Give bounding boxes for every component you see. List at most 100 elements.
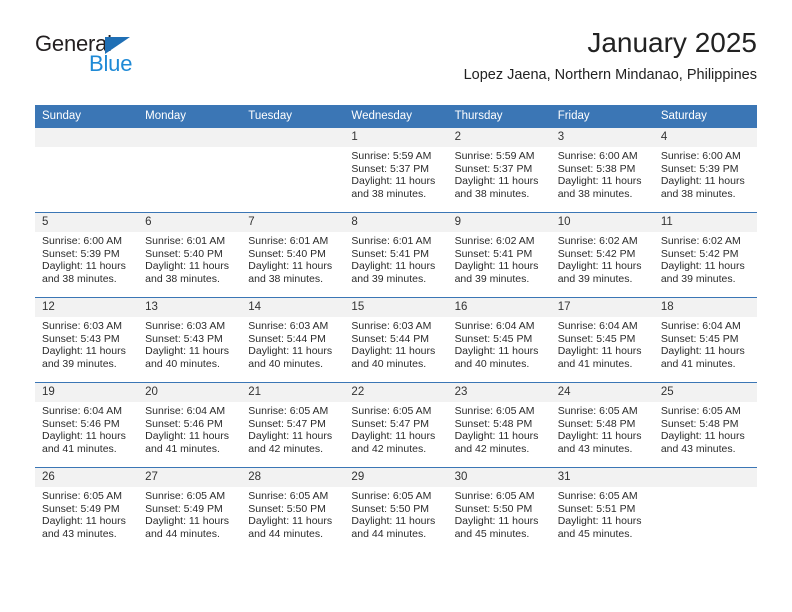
sunrise-text: Sunrise: 6:04 AM [660,320,741,332]
day-info: Sunrise: 6:04 AM Sunset: 5:45 PM Daylight:… [654,317,757,370]
daylight-text-line2: and 40 minutes. [454,357,530,370]
calendar-day-cell[interactable]: 24 Sunrise: 6:05 AM Sunset: 5:48 PM Dayligh… [550,382,654,468]
sunset-text: Sunset: 5:39 PM [660,162,739,175]
sunrise-text: Sunrise: 6:05 AM [145,490,226,502]
sunset-text: Sunset: 5:38 PM [557,162,636,175]
calendar-day-cell[interactable]: 21 Sunrise: 6:05 AM Sunset: 5:47 PM Dayligh… [241,382,345,468]
daylight-text-line2: and 38 minutes. [557,187,633,200]
calendar-day-cell[interactable]: 18 Sunrise: 6:04 AM Sunset: 5:45 PM Dayligh… [653,297,757,383]
day-number: 28 [241,468,345,487]
daylight-text-line1: Daylight: 11 hours [145,260,229,273]
general-blue-logo[interactable]: General Blue [35,33,215,83]
calendar-day-cell[interactable]: 19 Sunrise: 6:04 AM Sunset: 5:46 PM Dayligh… [35,382,139,468]
calendar-day-cell[interactable]: 2 Sunrise: 5:59 AM Sunset: 5:37 PM Daylight… [447,127,551,213]
calendar-day-cell[interactable]: 5 Sunrise: 6:00 AM Sunset: 5:39 PM Daylight… [35,212,139,298]
calendar-day-cell[interactable]: 20 Sunrise: 6:04 AM Sunset: 5:46 PM Dayligh… [138,382,242,468]
calendar-day-cell[interactable]: 1 Sunrise: 5:59 AM Sunset: 5:37 PM Daylight… [344,127,448,213]
daylight-text-line1: Daylight: 11 hours [557,175,642,188]
calendar-day-cell[interactable]: 14 Sunrise: 6:03 AM Sunset: 5:44 PM Dayligh… [241,297,345,383]
sunset-text: Sunset: 5:41 PM [351,247,430,260]
sunrise-text: Sunrise: 6:05 AM [351,490,432,502]
day-info: Sunrise: 6:00 AM Sunset: 5:39 PM Daylight:… [35,232,138,285]
sunrise-text: Sunrise: 6:00 AM [557,150,638,162]
calendar-day-cell[interactable]: 4 Sunrise: 6:00 AM Sunset: 5:39 PM Daylight… [653,127,757,213]
calendar-day-cell[interactable]: 10 Sunrise: 6:02 AM Sunset: 5:42 PM Dayligh… [550,212,654,298]
daylight-text-line2: and 38 minutes. [42,272,117,285]
day-number: 10 [550,213,654,232]
calendar-day-cell-empty [138,127,242,213]
sunrise-text: Sunrise: 6:01 AM [248,235,329,247]
day-info: Sunrise: 5:59 AM Sunset: 5:37 PM Daylight:… [344,147,447,200]
calendar-day-cell-empty [653,467,757,552]
day-number [241,128,345,147]
daylight-text-line2: and 44 minutes. [351,527,427,540]
calendar-day-cell[interactable]: 27 Sunrise: 6:05 AM Sunset: 5:49 PM Dayligh… [138,467,242,552]
calendar-day-cell[interactable]: 30 Sunrise: 6:05 AM Sunset: 5:50 PM Dayligh… [447,467,551,552]
calendar-day-cell-empty [241,127,345,213]
weekday-header-monday: Monday [138,105,242,128]
weekday-header-wednesday: Wednesday [344,105,448,128]
daylight-text-line2: and 44 minutes. [145,527,220,540]
calendar-day-cell[interactable]: 13 Sunrise: 6:03 AM Sunset: 5:43 PM Dayligh… [138,297,242,383]
daylight-text-line2: and 38 minutes. [660,187,736,200]
calendar-day-cell[interactable]: 12 Sunrise: 6:03 AM Sunset: 5:43 PM Dayligh… [35,297,139,383]
daylight-text-line1: Daylight: 11 hours [145,430,229,443]
calendar-day-cell[interactable]: 17 Sunrise: 6:04 AM Sunset: 5:45 PM Dayligh… [550,297,654,383]
calendar-day-cell[interactable]: 3 Sunrise: 6:00 AM Sunset: 5:38 PM Daylight… [550,127,654,213]
calendar-day-cell[interactable]: 26 Sunrise: 6:05 AM Sunset: 5:49 PM Dayligh… [35,467,139,552]
daylight-text-line2: and 45 minutes. [454,527,530,540]
daylight-text-line1: Daylight: 11 hours [351,175,436,188]
calendar-day-cell[interactable]: 8 Sunrise: 6:01 AM Sunset: 5:41 PM Daylight… [344,212,448,298]
day-number: 16 [447,298,551,317]
daylight-text-line1: Daylight: 11 hours [454,515,539,528]
calendar-day-cell[interactable]: 28 Sunrise: 6:05 AM Sunset: 5:50 PM Dayligh… [241,467,345,552]
calendar-day-cell[interactable]: 16 Sunrise: 6:04 AM Sunset: 5:45 PM Dayligh… [447,297,551,383]
daylight-text-line2: and 40 minutes. [145,357,220,370]
calendar-day-cell[interactable]: 29 Sunrise: 6:05 AM Sunset: 5:50 PM Dayligh… [344,467,448,552]
calendar-day-cell[interactable]: 7 Sunrise: 6:01 AM Sunset: 5:40 PM Daylight… [241,212,345,298]
day-number: 12 [35,298,139,317]
calendar-day-cell[interactable]: 22 Sunrise: 6:05 AM Sunset: 5:47 PM Dayligh… [344,382,448,468]
day-number: 17 [550,298,654,317]
sunset-text: Sunset: 5:45 PM [454,332,533,345]
weekday-header-thursday: Thursday [447,105,551,128]
sunrise-text: Sunrise: 6:03 AM [351,320,432,332]
daylight-text-line2: and 44 minutes. [248,527,323,540]
calendar-day-cell[interactable]: 11 Sunrise: 6:02 AM Sunset: 5:42 PM Dayligh… [653,212,757,298]
sunrise-text: Sunrise: 6:04 AM [145,405,226,417]
day-number: 25 [653,383,757,402]
sunrise-text: Sunrise: 6:01 AM [145,235,226,247]
calendar-day-cell[interactable]: 6 Sunrise: 6:01 AM Sunset: 5:40 PM Daylight… [138,212,242,298]
weekday-header-sunday: Sunday [35,105,139,128]
calendar-day-cell[interactable]: 31 Sunrise: 6:05 AM Sunset: 5:51 PM Dayligh… [550,467,654,552]
day-number: 22 [344,383,448,402]
daylight-text-line1: Daylight: 11 hours [351,430,436,443]
day-info: Sunrise: 6:03 AM Sunset: 5:43 PM Daylight:… [138,317,241,370]
day-number [138,128,242,147]
day-info: Sunrise: 6:04 AM Sunset: 5:45 PM Daylight:… [551,317,654,370]
sunset-text: Sunset: 5:37 PM [351,162,430,175]
calendar-day-cell[interactable]: 23 Sunrise: 6:05 AM Sunset: 5:48 PM Dayligh… [447,382,551,468]
daylight-text-line1: Daylight: 11 hours [42,515,126,528]
daylight-text-line2: and 41 minutes. [557,357,633,370]
day-number: 5 [35,213,139,232]
sunrise-text: Sunrise: 6:03 AM [42,320,122,332]
day-info: Sunrise: 6:01 AM Sunset: 5:40 PM Daylight:… [241,232,344,285]
sunset-text: Sunset: 5:44 PM [248,332,326,345]
daylight-text-line2: and 39 minutes. [42,357,117,370]
daylight-text-line1: Daylight: 11 hours [42,260,126,273]
sunset-text: Sunset: 5:46 PM [42,417,120,430]
day-info: Sunrise: 6:05 AM Sunset: 5:48 PM Daylight:… [551,402,654,455]
sunrise-text: Sunrise: 5:59 AM [454,150,535,162]
sunrise-text: Sunrise: 6:05 AM [248,490,329,502]
calendar-day-cell[interactable]: 9 Sunrise: 6:02 AM Sunset: 5:41 PM Daylight… [447,212,551,298]
day-info: Sunrise: 6:00 AM Sunset: 5:39 PM Daylight:… [654,147,757,200]
day-number: 20 [138,383,242,402]
day-info: Sunrise: 5:59 AM Sunset: 5:37 PM Daylight:… [448,147,551,200]
daylight-text-line2: and 42 minutes. [351,442,427,455]
calendar-header-row: Sunday Monday Tuesday Wednesday Thursday… [35,105,757,128]
weekday-header-saturday: Saturday [653,105,757,128]
calendar-day-cell[interactable]: 25 Sunrise: 6:05 AM Sunset: 5:48 PM Dayligh… [653,382,757,468]
calendar-day-cell[interactable]: 15 Sunrise: 6:03 AM Sunset: 5:44 PM Dayligh… [344,297,448,383]
daylight-text-line1: Daylight: 11 hours [557,430,642,443]
